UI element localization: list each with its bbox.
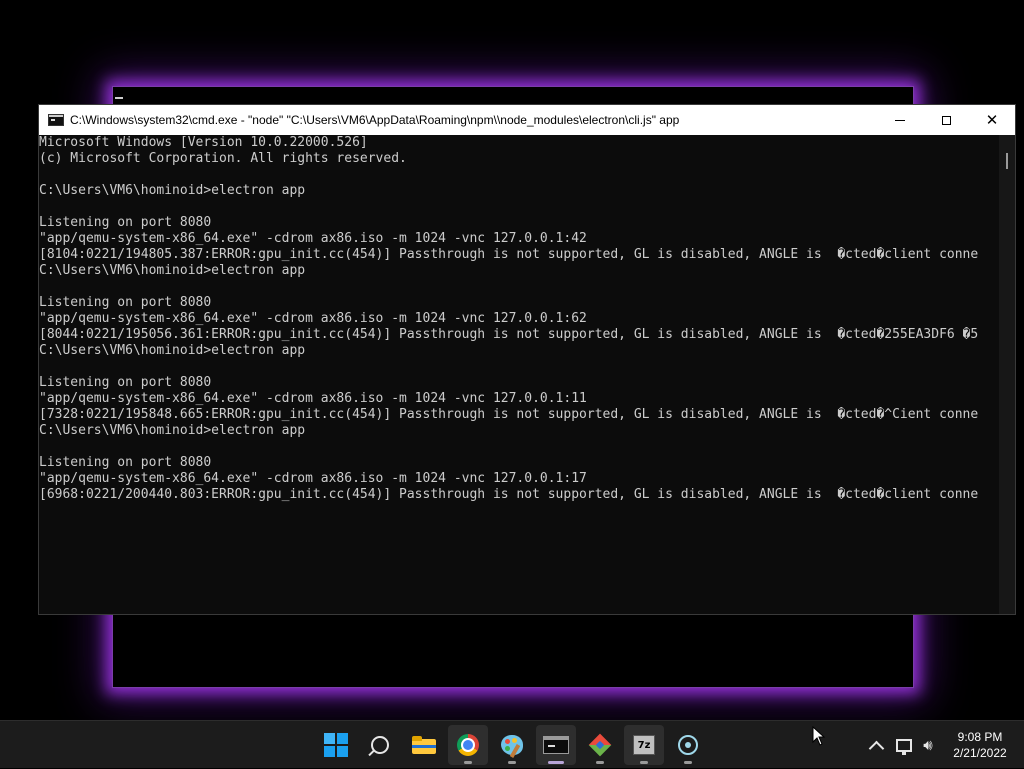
console-line: C:\Users\VM6\hominoid>electron app — [39, 263, 306, 278]
console-line: C:\Users\VM6\hominoid>electron app — [39, 423, 306, 438]
console-line: [6968:0221/200440.803:ERROR:gpu_init.cc(… — [39, 487, 979, 502]
file-explorer-button[interactable] — [404, 725, 444, 765]
git-button[interactable] — [580, 725, 620, 765]
console-line: Listening on port 8080 — [39, 215, 212, 230]
maximize-icon — [941, 115, 951, 125]
7zip-button[interactable] — [624, 725, 664, 765]
network-icon — [896, 738, 912, 755]
mouse-pointer-icon — [812, 726, 826, 746]
windows-start-icon — [324, 733, 348, 757]
console-line: [8044:0221/195056.361:ERROR:gpu_init.cc(… — [39, 327, 979, 342]
7zip-icon — [633, 735, 655, 755]
cmd-titlebar[interactable]: C:\Windows\system32\cmd.exe - "node" "C:… — [39, 105, 1015, 135]
git-icon — [588, 733, 612, 757]
console-line: "app/qemu-system-x86_64.exe" -cdrom ax86… — [39, 231, 587, 246]
console-line: C:\Users\VM6\hominoid>electron app — [39, 343, 306, 358]
text-cursor — [115, 97, 123, 99]
running-indicator — [508, 761, 516, 764]
clock-button[interactable]: 9:08 PM 2/21/2022 — [936, 721, 1024, 769]
minimize-icon — [895, 119, 905, 121]
maximize-button[interactable] — [923, 105, 969, 135]
focused-indicator — [548, 761, 564, 764]
close-icon: ✕ — [985, 110, 999, 129]
running-indicator — [640, 761, 648, 764]
console-line: "app/qemu-system-x86_64.exe" -cdrom ax86… — [39, 471, 587, 486]
chrome-button[interactable] — [448, 725, 488, 765]
volume-icon: 🔊︎ — [923, 735, 933, 754]
start-button[interactable] — [316, 725, 356, 765]
console-line: [8104:0221/194805.387:ERROR:gpu_init.cc(… — [39, 247, 979, 262]
terminal-icon — [543, 736, 569, 754]
scrollbar-thumb[interactable] — [1006, 153, 1008, 169]
clock-date: 2/21/2022 — [953, 746, 1007, 760]
console-output[interactable]: Microsoft Windows [Version 10.0.22000.52… — [39, 135, 1001, 614]
paint-button[interactable] — [492, 725, 532, 765]
running-indicator — [596, 761, 604, 764]
running-indicator — [464, 761, 472, 764]
clock-time: 9:08 PM — [957, 730, 1003, 744]
console-line: Listening on port 8080 — [39, 375, 212, 390]
network-button[interactable] — [892, 721, 916, 769]
command-prompt-button[interactable] — [536, 725, 576, 765]
taskbar: 🔊︎ 9:08 PM 2/21/2022 — [0, 720, 1024, 768]
window-title: C:\Windows\system32\cmd.exe - "node" "C:… — [70, 113, 680, 127]
show-hidden-icons-button[interactable] — [864, 721, 888, 769]
cmd-window[interactable]: C:\Windows\system32\cmd.exe - "node" "C:… — [38, 104, 1016, 615]
console-line: Microsoft Windows [Version 10.0.22000.52… — [39, 135, 368, 150]
search-button[interactable] — [360, 725, 400, 765]
minimize-button[interactable] — [877, 105, 923, 135]
folder-icon — [412, 736, 436, 754]
console-line: (c) Microsoft Corporation. All rights re… — [39, 151, 407, 166]
console-line: C:\Users\VM6\hominoid>electron app — [39, 183, 306, 198]
electron-button[interactable] — [668, 725, 708, 765]
electron-icon — [678, 735, 698, 755]
console-line: [7328:0221/195848.665:ERROR:gpu_init.cc(… — [39, 407, 979, 422]
console-line: Listening on port 8080 — [39, 455, 212, 470]
cmd-app-icon[interactable] — [48, 114, 64, 126]
console-line: "app/qemu-system-x86_64.exe" -cdrom ax86… — [39, 391, 587, 406]
console-line: "app/qemu-system-x86_64.exe" -cdrom ax86… — [39, 311, 587, 326]
paint-palette-icon — [501, 735, 523, 755]
chrome-icon — [457, 734, 479, 756]
close-button[interactable]: ✕ — [969, 105, 1015, 135]
running-indicator — [684, 761, 692, 764]
console-line: Listening on port 8080 — [39, 295, 212, 310]
search-icon — [371, 736, 389, 754]
chevron-up-icon — [868, 740, 884, 756]
vertical-scrollbar[interactable] — [999, 135, 1015, 614]
